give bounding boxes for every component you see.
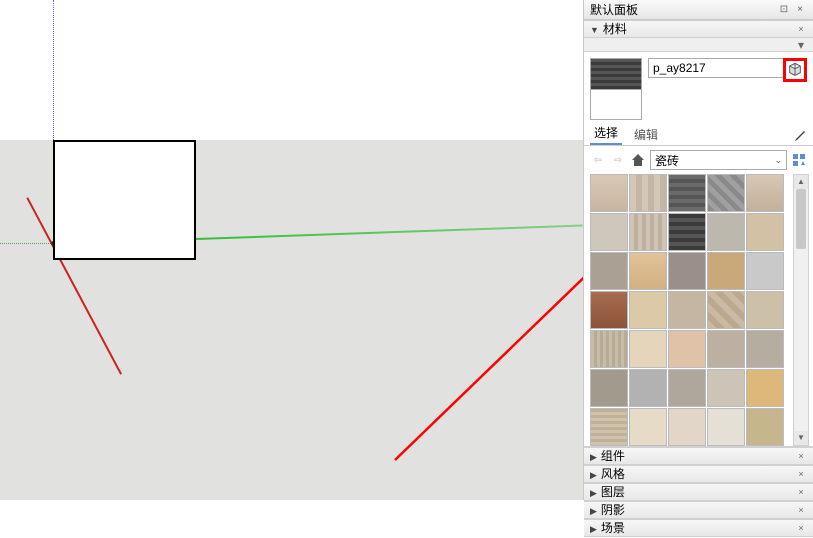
category-value: 瓷砖	[655, 152, 679, 169]
section-styles-label: 风格	[601, 467, 625, 481]
material-swatch[interactable]	[629, 174, 667, 212]
tri-right-icon: ▶	[590, 524, 597, 534]
tray-title: 默认面板	[590, 0, 638, 20]
nav-forward-button[interactable]: ⇨	[610, 152, 626, 168]
material-swatch[interactable]	[668, 174, 706, 212]
menu-icon[interactable]: ▾	[795, 39, 807, 51]
material-swatch[interactable]	[590, 174, 628, 212]
section-layers-header[interactable]: ▶ 图层 ×	[584, 483, 813, 501]
material-swatch[interactable]	[629, 330, 667, 368]
material-swatch[interactable]	[746, 330, 784, 368]
eyedropper-button[interactable]	[791, 129, 807, 145]
close-scenes-button[interactable]: ×	[795, 522, 807, 534]
material-swatch[interactable]	[629, 408, 667, 446]
material-swatch[interactable]	[590, 330, 628, 368]
material-swatch[interactable]	[590, 408, 628, 446]
section-materials-header[interactable]: ▼ 材料 ×	[584, 20, 813, 38]
material-swatch[interactable]	[707, 330, 745, 368]
close-styles-button[interactable]: ×	[795, 468, 807, 480]
model-face[interactable]	[53, 140, 196, 260]
category-dropdown[interactable]: 瓷砖 ⌄	[650, 150, 787, 170]
chevron-down-icon: ⌄	[774, 155, 782, 166]
scroll-up-icon[interactable]: ▲	[794, 175, 808, 189]
home-button[interactable]	[630, 152, 646, 168]
material-swatch[interactable]	[707, 408, 745, 446]
materials-body: 选择 编辑 ⇦ ⇨ 瓷砖 ⌄	[584, 52, 813, 447]
material-grid	[590, 174, 813, 446]
material-swatch[interactable]	[746, 408, 784, 446]
material-swatch[interactable]	[707, 291, 745, 329]
section-shadows-header[interactable]: ▶ 阴影 ×	[584, 501, 813, 519]
tab-edit[interactable]: 编辑	[630, 124, 662, 145]
section-scenes-header[interactable]: ▶ 场景 ×	[584, 519, 813, 537]
material-swatch[interactable]	[746, 174, 784, 212]
section-scenes-label: 场景	[601, 521, 625, 535]
tray-panel: 默认面板 ⊡ × ▼ 材料 × ▾ 选择 编辑	[583, 0, 813, 500]
material-swatch[interactable]	[746, 213, 784, 251]
material-swatch[interactable]	[707, 369, 745, 407]
tri-right-icon: ▶	[590, 488, 597, 498]
tray-title-bar[interactable]: 默认面板 ⊡ ×	[584, 0, 813, 20]
preview-texture	[591, 59, 641, 89]
material-swatch[interactable]	[668, 213, 706, 251]
tri-right-icon: ▶	[590, 452, 597, 462]
tri-right-icon: ▶	[590, 470, 597, 480]
grid-scrollbar[interactable]: ▲ ▼	[793, 174, 809, 446]
sky-background	[0, 0, 583, 140]
tab-select[interactable]: 选择	[590, 122, 622, 145]
material-swatch[interactable]	[668, 291, 706, 329]
nav-back-button[interactable]: ⇦	[590, 152, 606, 168]
close-components-button[interactable]: ×	[795, 450, 807, 462]
material-swatch[interactable]	[629, 369, 667, 407]
cube-plus-icon	[787, 62, 803, 78]
viewport-3d[interactable]	[0, 0, 583, 500]
close-shadows-button[interactable]: ×	[795, 504, 807, 516]
create-material-button[interactable]	[783, 58, 807, 82]
material-swatch[interactable]	[746, 369, 784, 407]
pin-icon[interactable]: ⊡	[777, 3, 791, 17]
material-preview[interactable]	[590, 58, 642, 120]
material-swatch[interactable]	[668, 252, 706, 290]
close-materials-button[interactable]: ×	[795, 23, 807, 35]
section-styles-header[interactable]: ▶ 风格 ×	[584, 465, 813, 483]
material-swatch[interactable]	[629, 291, 667, 329]
section-layers-label: 图层	[601, 485, 625, 499]
tri-down-icon: ▼	[590, 25, 599, 35]
details-button[interactable]	[791, 152, 807, 168]
scroll-thumb[interactable]	[796, 189, 806, 249]
close-tray-button[interactable]: ×	[793, 3, 807, 17]
material-swatch[interactable]	[590, 213, 628, 251]
material-swatch[interactable]	[707, 252, 745, 290]
material-swatch[interactable]	[668, 408, 706, 446]
material-swatch[interactable]	[668, 330, 706, 368]
tri-right-icon: ▶	[590, 506, 597, 516]
close-layers-button[interactable]: ×	[795, 486, 807, 498]
section-components-label: 组件	[601, 449, 625, 463]
material-swatch[interactable]	[590, 252, 628, 290]
material-swatch[interactable]	[707, 213, 745, 251]
section-components-header[interactable]: ▶ 组件 ×	[584, 447, 813, 465]
material-swatch[interactable]	[746, 291, 784, 329]
section-materials-label: 材料	[603, 22, 627, 36]
material-swatch[interactable]	[746, 252, 784, 290]
material-swatch[interactable]	[590, 291, 628, 329]
preview-back	[591, 89, 641, 120]
scroll-down-icon[interactable]: ▼	[794, 431, 808, 445]
material-swatch[interactable]	[590, 369, 628, 407]
axis-green-dashed	[0, 243, 53, 244]
material-swatch[interactable]	[707, 174, 745, 212]
material-swatch[interactable]	[629, 213, 667, 251]
material-swatch[interactable]	[629, 252, 667, 290]
section-shadows-label: 阴影	[601, 503, 625, 517]
material-swatch[interactable]	[668, 369, 706, 407]
